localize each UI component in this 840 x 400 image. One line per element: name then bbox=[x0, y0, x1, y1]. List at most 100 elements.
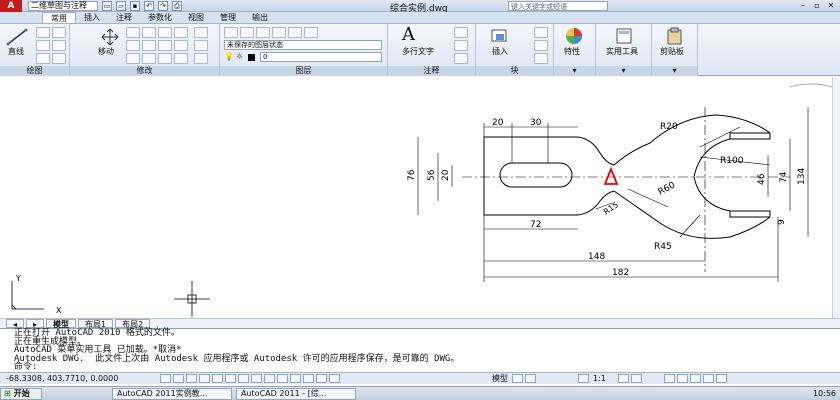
layer-state-icon[interactable] bbox=[240, 27, 254, 38]
hardware-acceleration-icon[interactable] bbox=[689, 374, 701, 383]
layer-sun-icon[interactable]: ☼ bbox=[236, 52, 243, 61]
snap-mode-icon[interactable] bbox=[173, 374, 184, 383]
draw-panel-title[interactable]: 绘图 bbox=[0, 66, 69, 76]
layer-color-swatch[interactable] bbox=[248, 54, 255, 61]
ortho-mode-icon[interactable] bbox=[199, 374, 210, 383]
layer-properties-icon[interactable] bbox=[224, 27, 238, 38]
join-icon[interactable] bbox=[194, 53, 208, 64]
coordinate-readout[interactable]: -68.3308, 403.7710, 0.0000 bbox=[0, 374, 160, 383]
taskbar-item-pdf[interactable]: AutoCAD 2011实例教... bbox=[112, 387, 232, 400]
quick-properties-icon[interactable] bbox=[316, 374, 327, 383]
offset-icon[interactable] bbox=[158, 53, 172, 64]
grid-display-icon[interactable] bbox=[186, 374, 197, 383]
tab-model[interactable]: 模型 bbox=[46, 319, 77, 329]
trim-icon[interactable] bbox=[142, 27, 156, 38]
annotation-scale[interactable]: 1:1 bbox=[593, 374, 606, 383]
chamfer-icon[interactable] bbox=[194, 27, 208, 38]
fillet-icon[interactable] bbox=[142, 40, 156, 51]
polygon-icon[interactable] bbox=[52, 27, 66, 38]
insert-block-icon[interactable] bbox=[490, 28, 510, 44]
workspace-switch-icon[interactable] bbox=[663, 374, 675, 383]
erase-icon[interactable] bbox=[158, 27, 172, 38]
open-file-icon[interactable]: ▱ bbox=[116, 0, 126, 11]
polyline-icon[interactable] bbox=[36, 27, 50, 38]
quick-view-drawings-icon[interactable] bbox=[525, 374, 536, 383]
restore-icon[interactable]: ▫ bbox=[810, 1, 824, 11]
workspace-select[interactable]: 二维草图与注释 bbox=[28, 0, 98, 11]
block-panel-title[interactable]: 块 bbox=[476, 66, 553, 76]
drawing-canvas[interactable]: 20 30 R20 R100 R60 R15 R45 76 56 20 46 7… bbox=[0, 77, 840, 318]
layer-isolate-icon[interactable] bbox=[272, 27, 286, 38]
circle-icon[interactable] bbox=[36, 40, 50, 51]
annotation-visibility-icon[interactable] bbox=[617, 374, 629, 383]
hatch-icon[interactable] bbox=[52, 53, 66, 64]
arc-icon[interactable] bbox=[36, 53, 50, 64]
save-icon[interactable]: ▪ bbox=[130, 0, 140, 11]
start-button[interactable]: ⊞ 开始 bbox=[0, 387, 42, 400]
tab-output[interactable]: 输出 bbox=[244, 12, 276, 23]
tab-parametric[interactable]: 参数化 bbox=[140, 12, 180, 23]
rotate-icon[interactable] bbox=[126, 27, 140, 38]
close-icon[interactable]: ✕ bbox=[824, 1, 838, 11]
selection-cycling-icon[interactable] bbox=[329, 374, 340, 383]
copy-icon[interactable] bbox=[174, 27, 188, 38]
tab-nav-prev-icon[interactable]: ◂ bbox=[6, 319, 25, 329]
object-snap-tracking-icon[interactable] bbox=[251, 374, 262, 383]
auto-scale-icon[interactable] bbox=[630, 374, 642, 383]
break-icon[interactable] bbox=[194, 40, 208, 51]
linear-dim-icon[interactable] bbox=[454, 27, 468, 38]
lock-ui-icon[interactable] bbox=[676, 374, 688, 383]
tab-manage[interactable]: 管理 bbox=[212, 12, 244, 23]
print-icon[interactable]: ⎙ bbox=[172, 0, 182, 11]
scale-icon[interactable] bbox=[126, 53, 140, 64]
tab-annotate[interactable]: 注释 bbox=[108, 12, 140, 23]
stretch-icon[interactable] bbox=[174, 40, 188, 51]
cad-drawing[interactable]: 20 30 R20 R100 R60 R15 R45 76 56 20 46 7… bbox=[0, 77, 833, 318]
new-file-icon[interactable]: ▭ bbox=[102, 0, 112, 11]
viewcube-arc[interactable] bbox=[789, 83, 833, 88]
modify-panel-title[interactable]: 修改 bbox=[70, 66, 219, 76]
vertical-scrollbar[interactable] bbox=[832, 77, 840, 318]
tab-insert[interactable]: 插入 bbox=[76, 12, 108, 23]
move-tool-icon[interactable] bbox=[100, 28, 120, 46]
annotation-scale-icon[interactable] bbox=[578, 374, 589, 383]
array-icon[interactable] bbox=[142, 53, 156, 64]
taskbar-item-autocad[interactable]: AutoCAD 2011 - [综... bbox=[236, 387, 356, 400]
explode-icon[interactable] bbox=[158, 40, 172, 51]
lineweight-icon[interactable] bbox=[290, 374, 301, 383]
isolate-objects-icon[interactable] bbox=[702, 374, 714, 383]
tab-view[interactable]: 视图 bbox=[180, 12, 212, 23]
minimize-icon[interactable]: – bbox=[796, 1, 810, 11]
properties-panel[interactable]: 特性 ▾ bbox=[554, 24, 596, 76]
autocad-logo-icon[interactable]: A bbox=[0, 0, 22, 12]
annotation-panel-title[interactable]: 注释 bbox=[388, 66, 475, 76]
command-prompt[interactable]: 命令: bbox=[14, 363, 840, 372]
layer-bulb-icon[interactable]: 💡 bbox=[224, 52, 234, 61]
polar-tracking-icon[interactable] bbox=[212, 374, 223, 383]
utilities-panel[interactable]: 实用工具 ▾ bbox=[596, 24, 652, 76]
layer-lock-icon[interactable] bbox=[304, 27, 318, 38]
layers-panel-title[interactable]: 图层 bbox=[220, 66, 387, 76]
table-icon[interactable] bbox=[454, 53, 468, 64]
quick-view-layouts-icon[interactable] bbox=[512, 374, 523, 383]
dynamic-input-icon[interactable] bbox=[277, 374, 288, 383]
3d-object-snap-icon[interactable] bbox=[238, 374, 249, 383]
clean-screen-icon[interactable] bbox=[715, 374, 727, 383]
line-tool-icon[interactable] bbox=[6, 28, 28, 46]
create-block-icon[interactable] bbox=[534, 27, 548, 38]
rectangle-icon[interactable] bbox=[52, 40, 66, 51]
layer-state-select[interactable]: 未保存的图层状态 bbox=[224, 40, 382, 50]
search-input[interactable]: 键入关键字或短语 bbox=[508, 1, 608, 11]
extend-icon[interactable] bbox=[174, 53, 188, 64]
redo-icon[interactable]: ↷ bbox=[158, 0, 168, 11]
tab-nav-next-icon[interactable]: ▸ bbox=[26, 319, 45, 329]
dynamic-ucs-icon[interactable] bbox=[264, 374, 275, 383]
block-attribute-icon[interactable] bbox=[534, 53, 548, 64]
object-snap-icon[interactable] bbox=[225, 374, 236, 383]
layer-freeze-icon[interactable] bbox=[288, 27, 302, 38]
layer-select[interactable]: 0 bbox=[260, 52, 382, 62]
tab-layout1[interactable]: 布局1 bbox=[78, 319, 114, 329]
mtext-icon[interactable]: A bbox=[402, 24, 415, 45]
mirror-icon[interactable] bbox=[126, 40, 140, 51]
edit-block-icon[interactable] bbox=[534, 40, 548, 51]
